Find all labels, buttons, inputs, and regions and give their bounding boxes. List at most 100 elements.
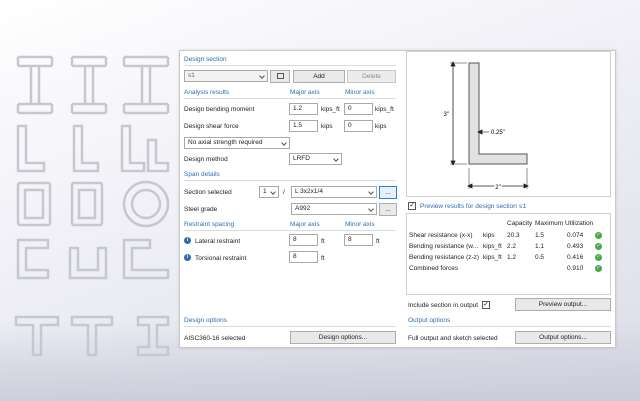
lateral-minor-input[interactable]: 8 bbox=[344, 234, 373, 246]
channel-profile-shape bbox=[120, 124, 170, 173]
col-capacity-header: Capacity bbox=[507, 220, 533, 227]
grade-browse-button[interactable]: ... bbox=[379, 203, 397, 216]
moment-major-input[interactable]: 1.2 bbox=[289, 103, 318, 115]
l-profile-shape bbox=[16, 124, 46, 173]
design-options-button[interactable]: Design options... bbox=[290, 331, 396, 344]
check-ok-icon: ✓ bbox=[595, 232, 602, 239]
include-section-label: Include section in output bbox=[408, 302, 479, 309]
steel-grade-label: Steel grade bbox=[184, 206, 218, 213]
steel-grade-select[interactable]: A992 bbox=[291, 203, 377, 215]
shear-major-input[interactable]: 1.5 bbox=[289, 120, 318, 132]
output-options-heading: Output options bbox=[408, 317, 451, 324]
minor-axis-heading: Minor axis bbox=[345, 89, 375, 96]
row-capacity: 20.3 bbox=[507, 232, 520, 239]
lateral-minor-unit: ft bbox=[376, 238, 380, 245]
moment-major-unit: kips_ft bbox=[321, 106, 340, 113]
design-section-heading: Design section bbox=[184, 56, 227, 63]
col-utilization-header: Utilization bbox=[565, 220, 594, 227]
delete-section-button[interactable]: Delete bbox=[347, 70, 396, 83]
output-options-button[interactable]: Output options... bbox=[515, 331, 611, 344]
preview-results-heading: Preview results for design section s1 bbox=[420, 203, 527, 210]
i-profile-shape bbox=[16, 55, 54, 115]
lateral-major-unit: ft bbox=[321, 238, 325, 245]
results-table: Capacity Maximum Utilization Shear resis… bbox=[406, 213, 611, 295]
divider bbox=[408, 326, 611, 327]
axial-strength-select[interactable]: No axial strength required bbox=[184, 137, 290, 149]
include-section-checkbox[interactable]: ✓ bbox=[482, 301, 490, 309]
restraint-major-axis-heading: Major axis bbox=[290, 221, 320, 228]
output-options-status: Full output and sketch selected bbox=[408, 335, 498, 342]
restraint-spacing-heading: Restraint spacing bbox=[184, 221, 235, 228]
section-separator: / bbox=[283, 189, 285, 196]
add-section-button[interactable]: Add bbox=[293, 70, 345, 83]
channel-profile-shape bbox=[68, 246, 108, 280]
preview-results-checkbox[interactable]: ✓ bbox=[408, 202, 416, 210]
square-hollow-shape bbox=[23, 188, 45, 220]
section-select[interactable]: L 3x2x1/4 bbox=[291, 186, 377, 198]
torsional-restraint-label: Torsional restraint bbox=[195, 255, 247, 262]
row-utilization: 0.910 bbox=[567, 265, 584, 272]
divider bbox=[184, 180, 396, 181]
design-panel: Design section s1 Add Delete Analysis re… bbox=[179, 50, 616, 348]
shear-major-unit: kips bbox=[321, 123, 333, 130]
design-options-status: AISC360-16 selected bbox=[184, 335, 246, 342]
rect-hollow-shape bbox=[77, 188, 97, 220]
major-axis-heading: Major axis bbox=[290, 89, 320, 96]
section-selected-label: Section selected bbox=[184, 189, 232, 196]
height-dimension-label: 3" bbox=[444, 112, 449, 118]
torsional-major-unit: ft bbox=[321, 255, 325, 262]
analysis-results-heading: Analysis results bbox=[184, 89, 230, 96]
comment-icon bbox=[276, 73, 284, 79]
design-options-heading: Design options bbox=[184, 317, 227, 324]
info-icon[interactable]: i bbox=[184, 237, 191, 244]
design-method-label: Design method bbox=[184, 156, 228, 163]
moment-minor-unit: kips_ft bbox=[375, 106, 394, 113]
section-sketch: 3" 0.25" 2" bbox=[444, 61, 529, 193]
row-maximum: 1.1 bbox=[535, 243, 545, 250]
row-maximum: 1.5 bbox=[535, 232, 545, 239]
l-profile-shape bbox=[72, 124, 100, 173]
circular-hollow-shape bbox=[122, 180, 170, 228]
section-browse-button[interactable]: ... bbox=[379, 186, 397, 199]
check-ok-icon: ✓ bbox=[595, 243, 602, 250]
section-sketch-box: 3" 0.25" 2" bbox=[406, 51, 611, 197]
width-dimension-label: 2" bbox=[495, 185, 500, 191]
i-profile-shape bbox=[70, 55, 108, 115]
restraint-minor-axis-heading: Minor axis bbox=[345, 221, 375, 228]
section-count-select[interactable]: 1 bbox=[259, 186, 279, 198]
span-details-heading: Span details bbox=[184, 171, 220, 178]
channel-profile-shape bbox=[16, 238, 50, 280]
torsional-major-input[interactable]: 8 bbox=[289, 251, 318, 263]
shear-minor-unit: kips bbox=[375, 123, 387, 130]
row-unit: kips_ft bbox=[483, 243, 502, 250]
divider bbox=[184, 230, 396, 231]
info-icon[interactable]: i bbox=[184, 254, 191, 261]
row-utilization: 0.074 bbox=[567, 232, 584, 239]
divider bbox=[184, 326, 396, 327]
shear-minor-input[interactable]: 0 bbox=[344, 120, 373, 132]
design-method-select[interactable]: LRFD bbox=[289, 153, 342, 165]
lateral-major-input[interactable]: 8 bbox=[289, 234, 318, 246]
comment-button[interactable] bbox=[270, 70, 290, 83]
check-ok-icon: ✓ bbox=[595, 254, 602, 261]
row-maximum: 0.5 bbox=[535, 254, 545, 261]
row-utilization: 0.493 bbox=[567, 243, 584, 250]
preview-section-name: s1 bbox=[518, 203, 527, 210]
row-name: Bending resistance (w... bbox=[409, 243, 479, 250]
row-capacity: 1.2 bbox=[507, 254, 517, 261]
row-unit: kips_ft bbox=[483, 254, 502, 261]
lateral-restraint-label: Lateral restraint bbox=[195, 238, 241, 245]
design-section-select[interactable]: s1 bbox=[184, 70, 268, 82]
row-name: Shear resistance (x-x) bbox=[409, 232, 473, 239]
col-maximum-header: Maximum bbox=[535, 220, 564, 227]
shear-force-label: Design shear force bbox=[184, 123, 239, 130]
divider bbox=[184, 65, 396, 66]
angle-section-shape bbox=[468, 62, 528, 165]
check-ok-icon: ✓ bbox=[595, 265, 602, 272]
row-utilization: 0.416 bbox=[567, 254, 584, 261]
moment-minor-input[interactable]: 0 bbox=[344, 103, 373, 115]
row-name: Bending resistance (z-z) bbox=[409, 254, 480, 261]
preview-output-button[interactable]: Preview output... bbox=[515, 298, 611, 311]
i-profile-shape bbox=[122, 55, 170, 115]
z-profile-shape bbox=[122, 238, 170, 280]
